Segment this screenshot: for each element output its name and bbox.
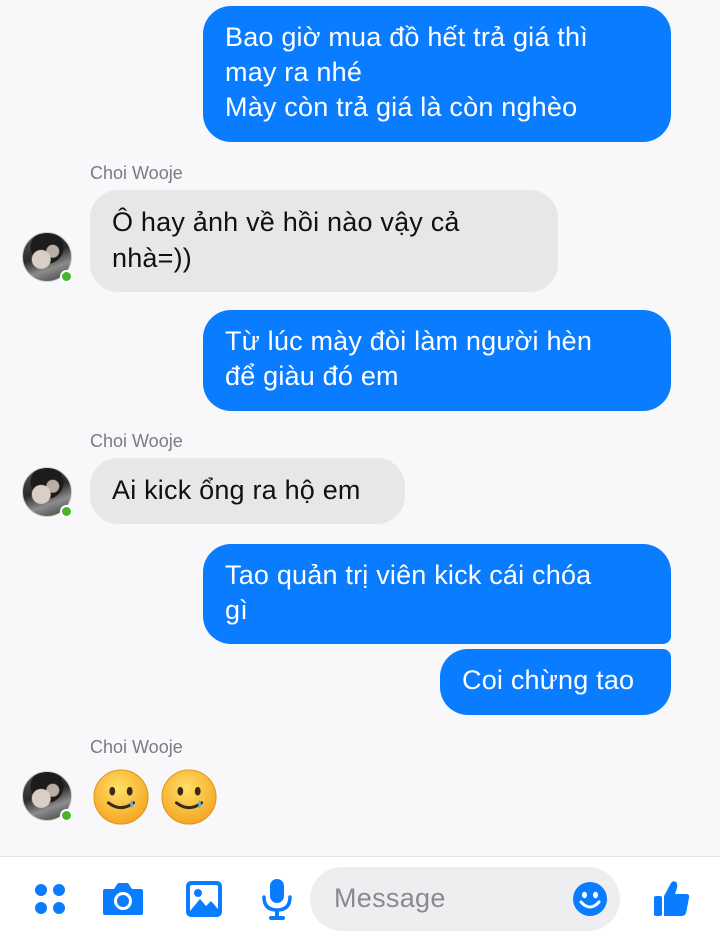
sender-name: Choi Wooje xyxy=(90,431,183,451)
grid-menu-icon xyxy=(35,884,65,914)
thumbs-up-button[interactable] xyxy=(650,877,694,921)
outgoing-message-bubble[interactable]: Bao giờ mua đồ hết trả giá thì may ra nh… xyxy=(203,6,671,142)
online-status-dot xyxy=(60,809,73,822)
message-input[interactable]: Message xyxy=(310,867,620,931)
smiling-face-with-tear-icon[interactable] xyxy=(92,768,150,826)
message-input-placeholder: Message xyxy=(334,883,446,913)
gallery-button[interactable] xyxy=(182,877,226,921)
menu-grid-button[interactable] xyxy=(28,877,72,921)
online-status-dot xyxy=(60,505,73,518)
sender-avatar[interactable] xyxy=(22,232,73,283)
incoming-message-bubble[interactable]: Ô hay ảnh về hồi nào vậy cả nhà=)) xyxy=(90,190,558,292)
online-status-dot xyxy=(60,270,73,283)
outgoing-message-bubble[interactable]: Tao quản trị viên kick cái chóa gì xyxy=(203,544,671,644)
smiling-face-with-tear-icon[interactable] xyxy=(160,768,218,826)
camera-icon xyxy=(103,883,143,915)
camera-button[interactable] xyxy=(101,877,145,921)
sender-name: Choi Wooje xyxy=(90,737,183,757)
sender-avatar[interactable] xyxy=(22,467,73,518)
gallery-icon xyxy=(186,881,222,917)
microphone-icon xyxy=(262,879,292,920)
thumbs-up-icon xyxy=(654,881,690,916)
sender-avatar[interactable] xyxy=(22,771,73,822)
outgoing-message-bubble[interactable]: Coi chừng tao xyxy=(440,649,671,715)
incoming-message-bubble[interactable]: Ai kick ổng ra hộ em xyxy=(90,458,405,524)
voice-record-button[interactable] xyxy=(255,877,299,921)
message-composer: Message xyxy=(0,856,720,940)
emoji-icon[interactable] xyxy=(572,881,608,917)
outgoing-message-bubble[interactable]: Từ lúc mày đòi làm người hèn để giàu đó … xyxy=(203,310,671,411)
sender-name: Choi Wooje xyxy=(90,163,183,183)
